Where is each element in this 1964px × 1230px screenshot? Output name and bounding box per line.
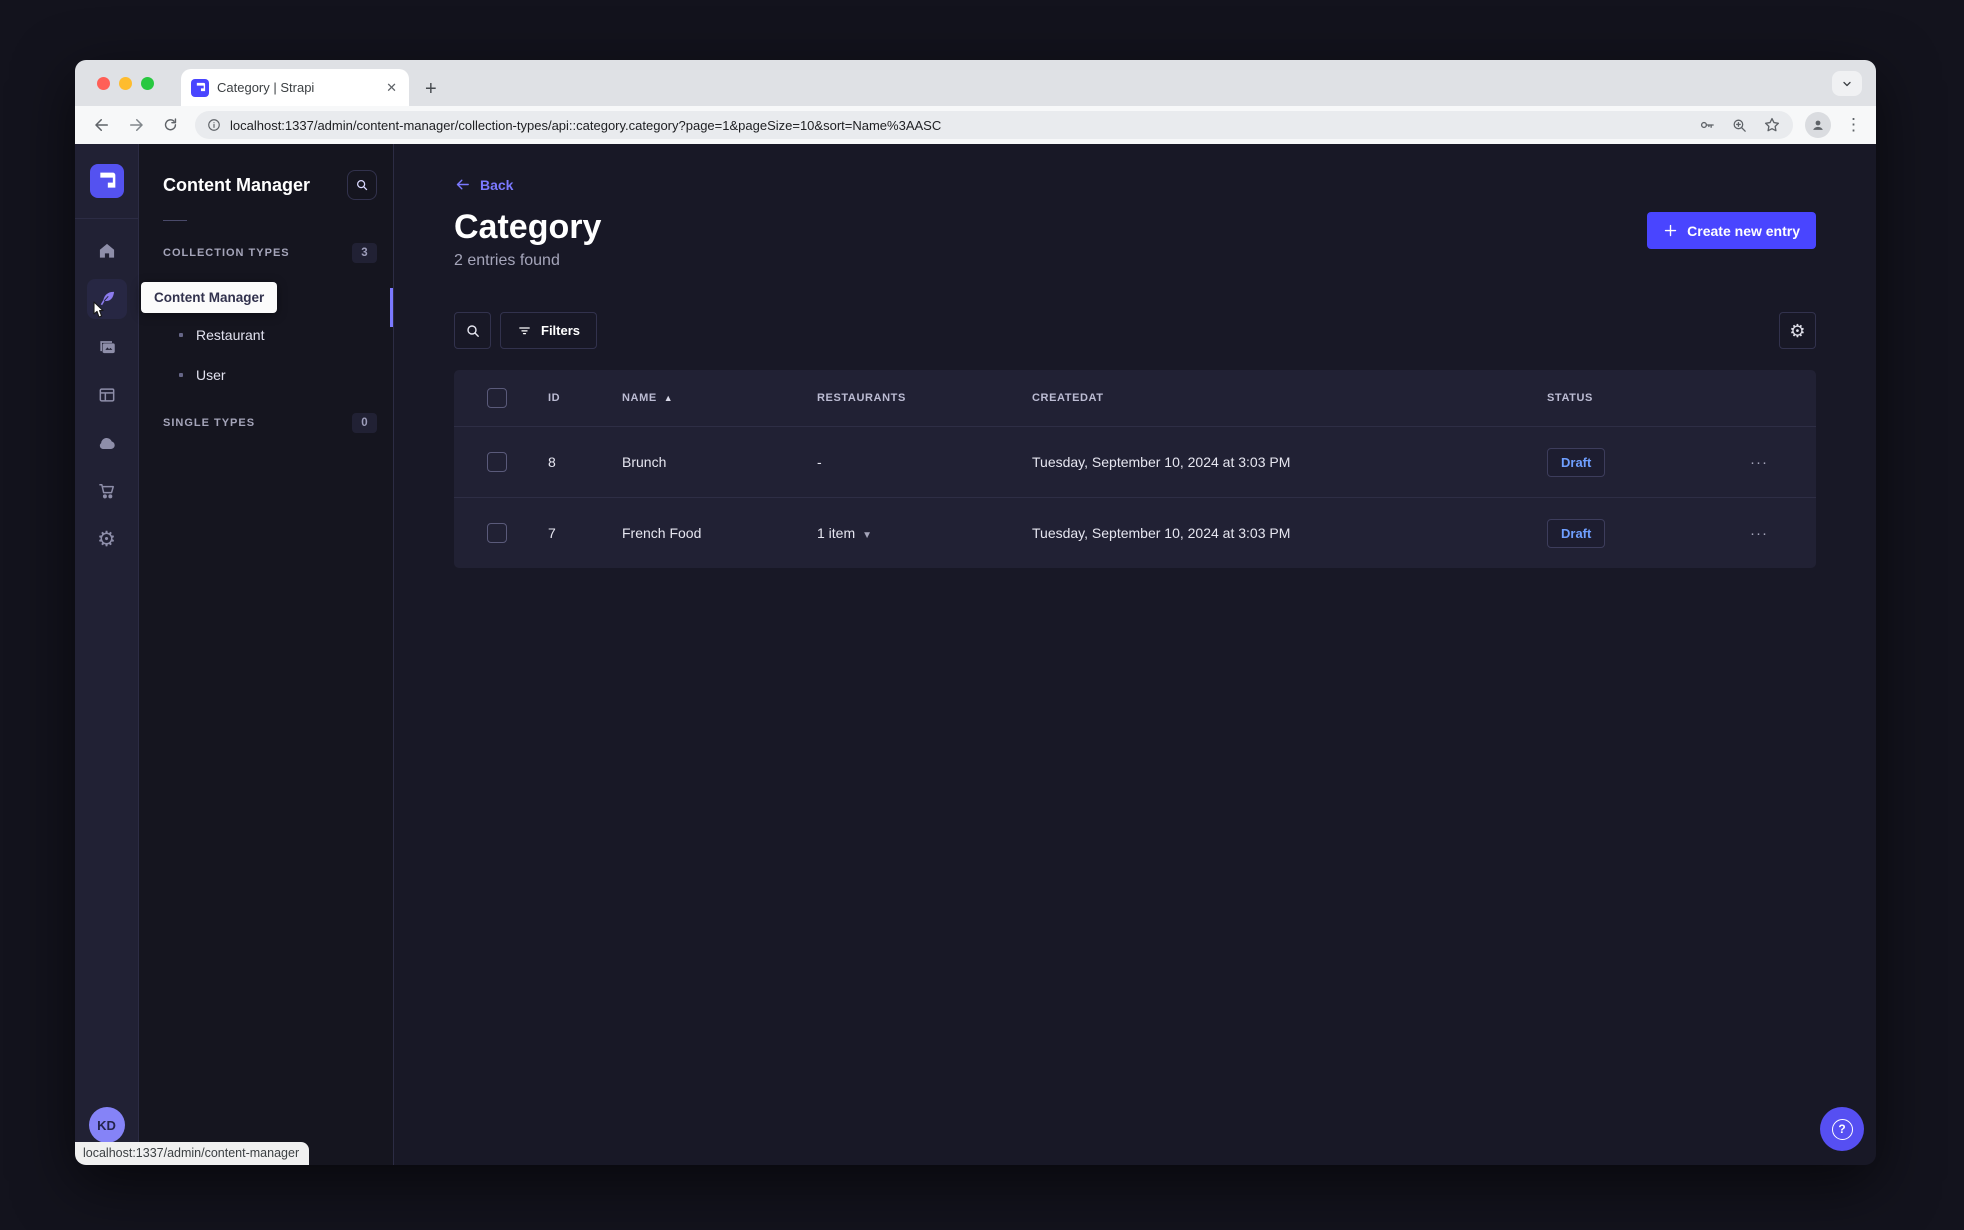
column-header-restaurants[interactable]: RESTAURANTS bbox=[817, 392, 1032, 404]
column-header-id[interactable]: ID bbox=[548, 392, 622, 404]
bullet-icon bbox=[179, 373, 183, 377]
filter-icon bbox=[519, 327, 530, 335]
bullet-icon bbox=[179, 333, 183, 337]
zoom-magnifier-icon[interactable] bbox=[1731, 117, 1748, 134]
column-header-status[interactable]: STATUS bbox=[1547, 392, 1702, 404]
table-header-row: ID NAME ▲ RESTAURANTS CREATEDAT STATUS bbox=[454, 370, 1816, 426]
cell-createdat: Tuesday, September 10, 2024 at 3:03 PM bbox=[1032, 525, 1291, 542]
minimize-window-button[interactable] bbox=[119, 77, 132, 90]
back-nav-icon[interactable] bbox=[89, 112, 115, 138]
table-row[interactable]: 8 Brunch - Tuesday, September 10, 2024 a… bbox=[454, 426, 1816, 497]
link-status-bubble: localhost:1337/admin/content-manager bbox=[75, 1142, 310, 1165]
browser-toolbar: localhost:1337/admin/content-manager/col… bbox=[75, 106, 1876, 144]
cell-name: French Food bbox=[622, 525, 702, 542]
content-manager-icon[interactable] bbox=[86, 279, 127, 319]
column-header-createdat[interactable]: CREATEDAT bbox=[1032, 392, 1547, 404]
row-actions-menu-icon[interactable]: ··· bbox=[1702, 525, 1816, 542]
single-types-count: 0 bbox=[352, 413, 377, 433]
user-avatar[interactable]: KD bbox=[88, 1107, 125, 1143]
tab-close-icon[interactable]: ✕ bbox=[384, 80, 399, 96]
browser-window: Category | Strapi ✕ + localhost:1337/adm… bbox=[75, 60, 1876, 1165]
main-content: Back Category 2 entries found Create new… bbox=[394, 144, 1876, 1165]
tab-search-chevron-icon[interactable] bbox=[1832, 71, 1862, 96]
settings-icon[interactable]: ⚙ bbox=[87, 519, 127, 559]
single-types-label: SINGLE TYPES bbox=[163, 417, 256, 429]
cell-id: 8 bbox=[548, 454, 556, 471]
row-actions-menu-icon[interactable]: ··· bbox=[1702, 454, 1816, 471]
browser-tab[interactable]: Category | Strapi ✕ bbox=[181, 69, 409, 106]
subnav-search-icon[interactable] bbox=[347, 170, 377, 200]
content-type-builder-icon[interactable] bbox=[87, 375, 127, 415]
url-text[interactable]: localhost:1337/admin/content-manager/col… bbox=[230, 118, 1689, 133]
subnav-title: Content Manager bbox=[163, 174, 311, 195]
new-tab-button[interactable]: + bbox=[425, 79, 437, 99]
cell-createdat: Tuesday, September 10, 2024 at 3:03 PM bbox=[1032, 454, 1291, 471]
macos-traffic-lights bbox=[97, 77, 154, 90]
content-manager-subnav: Content Manager COLLECTION TYPES 3 Categ… bbox=[139, 144, 394, 1165]
create-new-entry-button[interactable]: Create new entry bbox=[1647, 212, 1816, 249]
subnav-divider bbox=[163, 220, 187, 221]
browser-tab-strip: Category | Strapi ✕ + bbox=[75, 60, 1876, 106]
page-title: Category bbox=[454, 208, 602, 246]
entries-table: ID NAME ▲ RESTAURANTS CREATEDAT STATUS 8… bbox=[454, 370, 1816, 569]
address-bar[interactable]: localhost:1337/admin/content-manager/col… bbox=[195, 111, 1793, 139]
cell-restaurants: - bbox=[817, 454, 822, 471]
forward-nav-icon[interactable] bbox=[123, 112, 149, 138]
browser-profile-avatar[interactable] bbox=[1805, 112, 1831, 138]
page-info-icon[interactable] bbox=[207, 118, 221, 132]
strapi-favicon-icon bbox=[191, 78, 209, 97]
collection-types-label: COLLECTION TYPES bbox=[163, 247, 290, 259]
password-key-icon[interactable] bbox=[1698, 116, 1716, 134]
filters-button[interactable]: Filters bbox=[500, 312, 598, 350]
maximize-window-button[interactable] bbox=[141, 77, 154, 90]
help-button[interactable]: ? bbox=[1820, 1107, 1864, 1151]
media-library-icon[interactable] bbox=[87, 327, 127, 367]
question-mark-icon: ? bbox=[1838, 1122, 1846, 1136]
collection-types-count: 3 bbox=[352, 243, 377, 263]
status-badge: Draft bbox=[1547, 447, 1606, 477]
bookmark-star-icon[interactable] bbox=[1763, 116, 1781, 134]
close-window-button[interactable] bbox=[97, 77, 110, 90]
tab-title: Category | Strapi bbox=[217, 80, 315, 95]
subnav-item-user[interactable]: User bbox=[139, 355, 393, 395]
plus-icon bbox=[1664, 224, 1677, 237]
status-badge: Draft bbox=[1547, 518, 1606, 548]
back-arrow-icon bbox=[456, 179, 469, 190]
table-search-icon[interactable] bbox=[454, 312, 491, 350]
strapi-app: ⚙ KD Content Manager COLLECTION TYPES 3 bbox=[75, 144, 1876, 1165]
nav-hover-tooltip: Content Manager bbox=[141, 282, 278, 313]
nav-divider bbox=[75, 218, 139, 219]
select-all-checkbox[interactable] bbox=[487, 388, 507, 409]
chevron-down-icon: ▼ bbox=[862, 530, 873, 542]
cell-restaurants-expand[interactable]: 1 item ▼ bbox=[817, 525, 1032, 541]
column-header-name[interactable]: NAME ▲ bbox=[622, 392, 817, 404]
entries-count: 2 entries found bbox=[454, 252, 560, 270]
subnav-item-restaurant[interactable]: Restaurant bbox=[139, 315, 393, 355]
table-settings-gear-icon[interactable]: ⚙ bbox=[1779, 312, 1816, 350]
row-checkbox[interactable] bbox=[487, 523, 507, 544]
sort-asc-icon: ▲ bbox=[663, 393, 674, 404]
strapi-logo[interactable] bbox=[89, 164, 124, 198]
cell-name: Brunch bbox=[622, 454, 667, 471]
mouse-cursor bbox=[92, 301, 104, 318]
cell-id: 7 bbox=[548, 525, 556, 542]
main-navigation: ⚙ KD bbox=[75, 144, 139, 1165]
row-checkbox[interactable] bbox=[487, 452, 507, 473]
back-link[interactable]: Back bbox=[454, 176, 513, 193]
cloud-icon[interactable] bbox=[87, 423, 127, 463]
table-row[interactable]: 7 French Food 1 item ▼ Tuesday, September… bbox=[454, 497, 1816, 568]
browser-menu-icon[interactable]: ⋮ bbox=[1845, 115, 1862, 135]
active-item-indicator bbox=[390, 288, 393, 327]
reload-icon[interactable] bbox=[157, 112, 183, 138]
marketplace-icon[interactable] bbox=[87, 471, 127, 511]
home-icon[interactable] bbox=[87, 231, 127, 271]
